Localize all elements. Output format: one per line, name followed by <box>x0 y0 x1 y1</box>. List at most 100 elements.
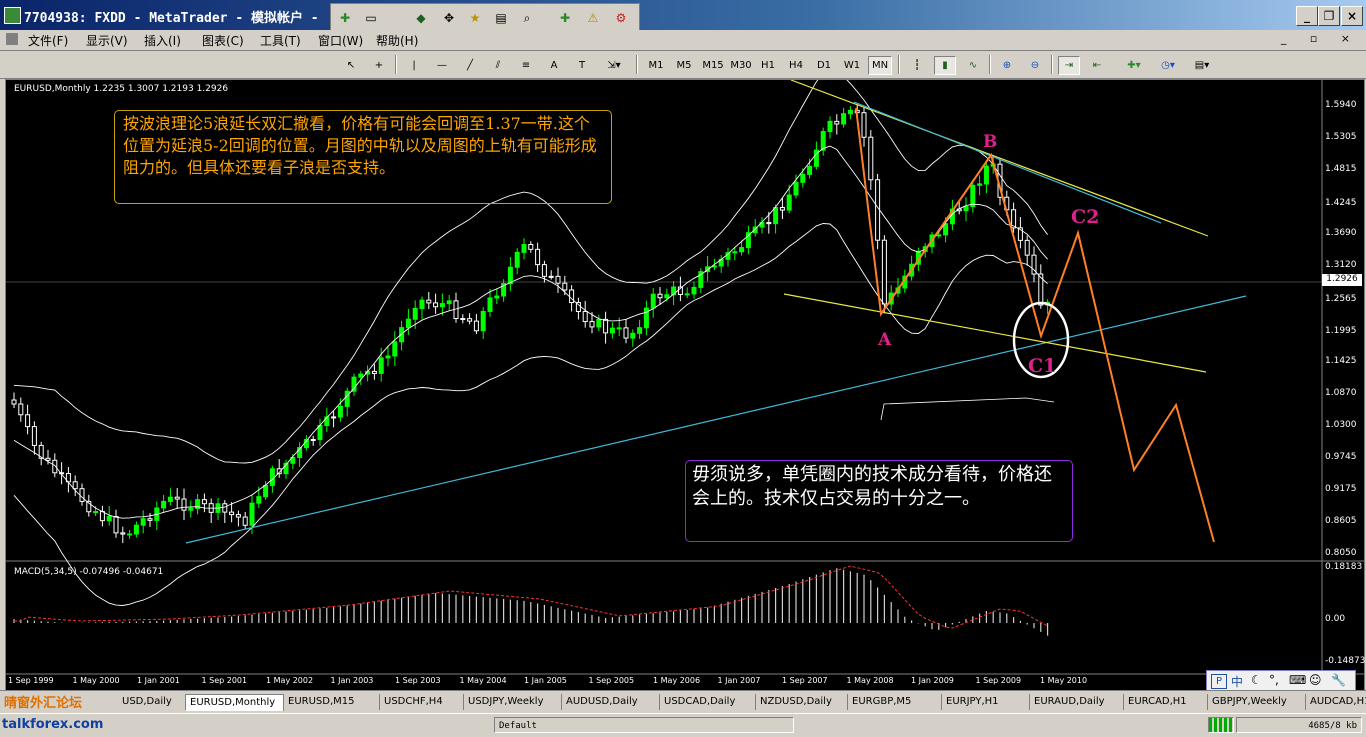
fibonacci-icon[interactable]: ≡ <box>516 56 536 75</box>
chart-window[interactable]: EURUSD,Monthly 1.2235 1.3007 1.2193 1.29… <box>5 79 1365 691</box>
chart-toolbar: ↖ + | — ╱ ⫽ ≡ A T ⇲▾ M1 M5 M15 M30 H1 H4… <box>0 51 1366 79</box>
ime-keyboard-icon[interactable]: ⌨ <box>1289 673 1306 687</box>
candle-body <box>337 405 343 418</box>
chart-tab[interactable]: GBPJPY,Weekly <box>1208 694 1306 710</box>
chart-tab[interactable]: AUDUSD,Daily <box>562 694 660 710</box>
price-tick-label: 0.9745 <box>1325 452 1357 462</box>
text-icon[interactable]: A <box>544 56 564 75</box>
menu-view[interactable]: 显示(V) <box>86 32 128 49</box>
arrows-icon[interactable]: ⇲▾ <box>600 56 628 75</box>
channel-icon[interactable]: ⫽ <box>488 56 508 75</box>
analysis-note-bottom[interactable]: 毋须说多，单凭圈内的技术成分看待，价格还会上的。技术仅占交易的十分之一。 <box>685 460 1073 542</box>
chart-tab[interactable]: USDCAD,Daily <box>660 694 756 710</box>
tf-mn[interactable]: MN <box>868 56 892 75</box>
chart-shift-icon[interactable]: ⇤ <box>1086 56 1108 75</box>
menu-file[interactable]: 文件(F) <box>28 32 68 49</box>
tf-m15[interactable]: M15 <box>700 56 726 75</box>
chart-tab[interactable]: AUDCAD,H1 <box>1306 694 1366 710</box>
templates-icon[interactable]: ▤▾ <box>1188 56 1216 75</box>
text-label-icon[interactable]: T <box>572 56 592 75</box>
candle-body <box>881 239 887 305</box>
menu-tools[interactable]: 工具(T) <box>260 32 301 49</box>
crosshair-icon[interactable]: + <box>368 56 390 75</box>
macd-indicator-label: MACD(5,34,5) -0.07496 -0.04671 <box>14 567 164 577</box>
menu-window[interactable]: 窗口(W) <box>318 32 363 49</box>
candle-body <box>983 165 989 185</box>
zoom-out-icon[interactable]: ⊖ <box>1024 56 1046 75</box>
candlestick-icon[interactable]: ▮ <box>934 56 956 75</box>
menu-charts[interactable]: 图表(C) <box>202 32 244 49</box>
ime-user-icon[interactable]: ☺ <box>1309 673 1322 687</box>
tf-m30[interactable]: M30 <box>728 56 754 75</box>
candle-body <box>140 518 146 526</box>
analysis-note-top[interactable]: 按波浪理论5浪延长双汇撤看，价格有可能会回调至1.37一带.这个位置为延浪5-2… <box>114 110 612 204</box>
terminal-icon[interactable]: ▤ <box>491 9 511 27</box>
favorites-icon[interactable]: ★ <box>465 9 485 27</box>
horizontal-line-icon[interactable]: — <box>432 56 452 75</box>
candle-body <box>541 264 547 277</box>
ime-punct-icon[interactable]: °, <box>1269 673 1279 687</box>
chart-tab[interactable]: EURUSD,M15 <box>284 694 380 710</box>
chart-tab[interactable]: USDJPY,Weekly <box>464 694 562 710</box>
line-chart-icon[interactable]: ∿ <box>962 56 984 75</box>
expert-advisors-icon[interactable]: ⚠ <box>583 9 603 27</box>
market-watch-icon[interactable]: ◆ <box>411 9 431 27</box>
zoom-in-icon[interactable]: ⊕ <box>996 56 1018 75</box>
candle-body <box>460 318 466 321</box>
crosshair-move-icon[interactable]: ✥ <box>439 9 459 27</box>
tf-d1[interactable]: D1 <box>812 56 836 75</box>
candle-body <box>637 327 643 334</box>
candle-body <box>235 514 241 518</box>
candle-body <box>603 318 609 334</box>
ime-mode[interactable]: 中 <box>1231 673 1243 690</box>
candle-body <box>548 275 554 278</box>
autoscroll-icon[interactable]: ⇥ <box>1058 56 1080 75</box>
menu-insert[interactable]: 插入(I) <box>144 32 181 49</box>
chart-tab[interactable]: EURAUD,Daily <box>1030 694 1124 710</box>
ime-logo-icon[interactable]: P <box>1211 674 1227 689</box>
candle-body <box>174 496 180 500</box>
tester-icon[interactable]: ⌕ <box>517 9 537 27</box>
ime-toolbar[interactable]: P 中 ☾ °, ⌨ ☺ 🔧 <box>1206 670 1356 692</box>
options-icon[interactable]: ⚙ <box>611 9 631 27</box>
price-tick-label: 1.1425 <box>1325 356 1357 366</box>
vertical-line-icon[interactable]: | <box>404 56 424 75</box>
candle-body <box>684 293 690 296</box>
tf-h4[interactable]: H4 <box>784 56 808 75</box>
menu-help[interactable]: 帮助(H) <box>376 32 418 49</box>
chart-tab[interactable]: USD,Daily <box>118 694 186 710</box>
ime-settings-icon[interactable]: 🔧 <box>1331 673 1346 687</box>
candle-body <box>494 295 500 299</box>
tf-m1[interactable]: M1 <box>644 56 668 75</box>
chart-tab[interactable]: EURCAD,H1 <box>1124 694 1208 710</box>
ime-moon-icon[interactable]: ☾ <box>1251 673 1262 687</box>
candle-body <box>256 496 262 504</box>
chart-tab[interactable]: USDCHF,H4 <box>380 694 464 710</box>
restore-button[interactable]: ❐ <box>1318 6 1340 26</box>
title-bar[interactable]: 7704938: FXDD - MetaTrader - 模拟帐户 - _ ❐ … <box>0 0 1366 30</box>
chart-tab[interactable]: NZDUSD,Daily <box>756 694 848 710</box>
current-price-label: 1.2926 <box>1322 274 1362 286</box>
candle-body <box>936 234 942 237</box>
chart-tab[interactable]: EURJPY,H1 <box>942 694 1030 710</box>
price-tick-label: 1.2565 <box>1325 294 1357 304</box>
new-chart-icon[interactable]: ✚ <box>335 9 355 27</box>
candle-body <box>507 266 513 285</box>
cursor-icon[interactable]: ↖ <box>340 56 362 75</box>
tf-h1[interactable]: H1 <box>756 56 780 75</box>
mdi-window-controls[interactable]: _ ▫ × <box>1281 32 1360 45</box>
tf-m5[interactable]: M5 <box>672 56 696 75</box>
periods-icon[interactable]: ◷▾ <box>1154 56 1182 75</box>
indicators-icon[interactable]: ✚▾ <box>1120 56 1148 75</box>
profiles-icon[interactable]: ▭ <box>361 9 381 27</box>
close-button[interactable]: × <box>1341 6 1363 26</box>
chart-tab[interactable]: EURUSD,Monthly <box>186 694 284 711</box>
trendline-icon[interactable]: ╱ <box>460 56 480 75</box>
minimize-button[interactable]: _ <box>1296 6 1318 26</box>
candle-body <box>773 207 779 225</box>
bar-chart-icon[interactable]: ┇ <box>906 56 928 75</box>
tf-w1[interactable]: W1 <box>840 56 864 75</box>
new-order-icon[interactable]: ✚ <box>555 9 575 27</box>
candle-body <box>963 206 969 212</box>
chart-tab[interactable]: EURGBP,M5 <box>848 694 942 710</box>
